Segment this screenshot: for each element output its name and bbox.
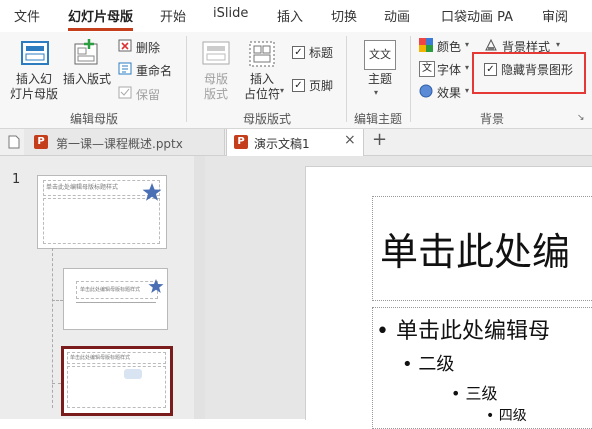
tab-animations[interactable]: 动画 xyxy=(384,6,410,28)
thumbnail-placeholder xyxy=(76,281,158,299)
tree-connector xyxy=(52,248,54,408)
document-icon xyxy=(8,135,20,149)
thumbnail-placeholder xyxy=(67,366,166,408)
delete-button[interactable]: 删除 xyxy=(136,39,160,56)
slide-title-text: 单击此处编 xyxy=(380,230,571,274)
group-separator xyxy=(346,36,347,122)
chevron-down-icon: ▾ xyxy=(465,63,470,72)
rename-icon xyxy=(118,62,132,75)
highlight-box xyxy=(472,52,586,94)
group-label-background: 背景 xyxy=(480,112,505,126)
chevron-down-icon: ▾ xyxy=(280,86,285,95)
tab-review[interactable]: 审阅 xyxy=(542,6,568,28)
theme-button[interactable]: 主题 xyxy=(360,72,400,87)
layout-thumbnail-selected[interactable]: 单击此处编辑母版标题样式 xyxy=(61,346,173,416)
fonts-button[interactable]: 字体 xyxy=(437,61,461,78)
thumbnail-divider xyxy=(76,302,156,303)
tab-transitions[interactable]: 切换 xyxy=(331,6,357,28)
bullet-level-3: • 三级 xyxy=(451,384,498,403)
document-tab-1-label: 第一课—课程概述.pptx xyxy=(56,137,183,151)
colors-icon xyxy=(419,38,433,52)
insert-layout-button[interactable]: 插入版式 xyxy=(60,72,114,87)
chevron-down-icon: ▾ xyxy=(374,88,379,97)
slide-number: 1 xyxy=(12,172,21,187)
tab-insert[interactable]: 插入 xyxy=(277,6,303,28)
thumbnail-placeholder xyxy=(67,352,166,364)
master-layout-button[interactable]: 母版 版式 xyxy=(192,72,240,102)
tree-connector xyxy=(52,383,61,384)
dialog-launcher-icon[interactable]: ↘ xyxy=(577,113,585,123)
insert-slide-master-button[interactable]: 插入幻 灯片母版 xyxy=(8,72,60,102)
chevron-down-icon: ▾ xyxy=(556,40,561,49)
insert-layout-icon xyxy=(72,38,100,66)
effects-button[interactable]: 效果 xyxy=(437,84,461,101)
chevron-down-icon: ▾ xyxy=(465,86,470,95)
effects-icon xyxy=(419,84,433,98)
document-tab-2-label: 演示文稿1 xyxy=(254,137,310,151)
colors-button[interactable]: 颜色 xyxy=(437,38,461,55)
chevron-down-icon: ▾ xyxy=(465,40,470,49)
powerpoint-icon: P xyxy=(234,135,248,149)
group-separator xyxy=(410,36,411,122)
theme-icon: 文文 xyxy=(364,40,396,70)
bullet-level-2: • 二级 xyxy=(402,354,455,375)
star-icon xyxy=(142,182,162,205)
thumbnail-graphic xyxy=(124,369,142,379)
title-checkbox-label: 标题 xyxy=(309,46,334,60)
footer-checkbox[interactable]: ✓ xyxy=(292,79,305,92)
bullet-level-4: • 四级 xyxy=(486,408,527,424)
background-style-icon xyxy=(484,38,498,52)
group-label-edit-theme: 编辑主题 xyxy=(354,112,403,126)
fonts-icon: 文 xyxy=(419,61,435,77)
tab-slide-master[interactable]: 幻灯片母版 xyxy=(68,6,134,31)
slide-canvas: 单击此处编 • 单击此处编辑母 • 二级 • 三级 • 四级 xyxy=(305,166,592,429)
tab-home[interactable]: 开始 xyxy=(160,6,186,28)
star-icon xyxy=(148,278,164,297)
tab-file[interactable]: 文件 xyxy=(14,6,40,28)
group-separator xyxy=(186,36,187,122)
delete-icon xyxy=(118,39,132,52)
powerpoint-icon: P xyxy=(34,135,48,149)
footer-checkbox-label: 页脚 xyxy=(309,79,334,93)
new-tab-button[interactable]: + xyxy=(372,129,387,150)
preserve-button[interactable]: 保留 xyxy=(136,86,160,103)
bullet-level-1: • 单击此处编辑母 xyxy=(376,319,550,344)
tab-pocket-animation[interactable]: 口袋动画 PA xyxy=(441,6,513,28)
group-label-edit-master: 编辑母版 xyxy=(70,112,119,126)
insert-placeholder-icon xyxy=(248,40,276,68)
preserve-icon xyxy=(118,86,132,99)
tab-islide[interactable]: iSlide xyxy=(213,6,248,28)
master-layout-icon xyxy=(201,40,231,66)
insert-slide-master-icon xyxy=(20,40,50,66)
tree-connector xyxy=(52,300,63,301)
master-thumbnail[interactable]: 单击此处编辑母版标题样式 xyxy=(37,175,167,249)
group-label-master-layout: 母版版式 xyxy=(243,112,292,126)
title-checkbox[interactable]: ✓ xyxy=(292,46,305,59)
thumbnail-scrollbar[interactable] xyxy=(194,156,205,419)
rename-button[interactable]: 重命名 xyxy=(136,62,172,79)
close-icon[interactable]: × xyxy=(344,132,356,148)
layout-thumbnail[interactable]: 单击此处编辑母版标题样式 xyxy=(63,268,168,330)
